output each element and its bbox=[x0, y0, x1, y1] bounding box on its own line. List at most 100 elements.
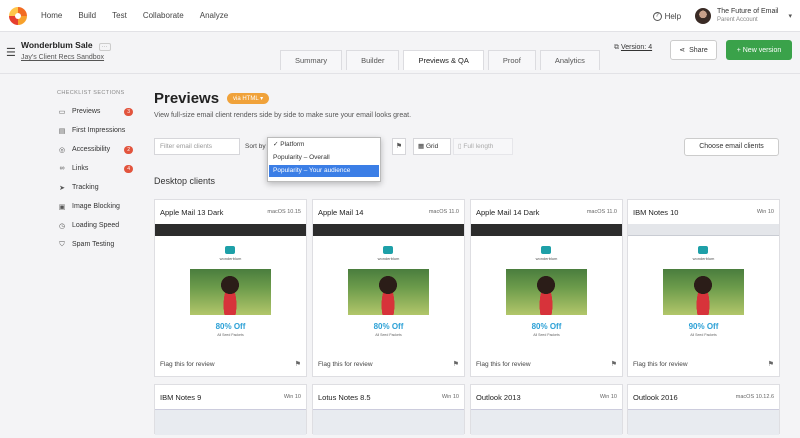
client-card[interactable]: Outlook 2013 Win 10 bbox=[470, 384, 623, 435]
sidebar-item-spam-testing[interactable]: ⛉ Spam Testing bbox=[57, 235, 137, 254]
litmus-logo-icon[interactable] bbox=[9, 6, 27, 25]
via-label: via HTML bbox=[233, 96, 259, 102]
hero-image bbox=[190, 269, 271, 315]
tab-summary[interactable]: Summary bbox=[280, 50, 343, 70]
offer-subtext: All Seed Packets bbox=[533, 333, 560, 337]
client-name: Apple Mail 14 bbox=[318, 207, 364, 217]
sidebar-item-previews[interactable]: ▭ Previews 3 bbox=[57, 102, 137, 121]
card-header: Apple Mail 13 Dark macOS 10.15 bbox=[155, 200, 306, 224]
full-length-view-button[interactable]: ▯ Full length bbox=[453, 138, 513, 155]
choose-email-clients-button[interactable]: Choose email clients bbox=[684, 138, 779, 156]
client-card[interactable]: Apple Mail 14 Dark macOS 11.0 wonderblum … bbox=[470, 199, 623, 377]
grid-label: Grid bbox=[425, 143, 439, 150]
grid-view-button[interactable]: ▦ Grid bbox=[413, 138, 451, 155]
email-preview[interactable]: wonderblum 90% Off All Seed Packets bbox=[628, 224, 779, 352]
sidebar-item-label: Previews bbox=[72, 108, 101, 115]
flag-icon[interactable]: ⚑ bbox=[453, 360, 459, 368]
sidebar-item-tracking[interactable]: ➤ Tracking bbox=[57, 178, 137, 197]
client-card[interactable]: Apple Mail 13 Dark macOS 10.15 wonderblum… bbox=[154, 199, 307, 377]
email-preview[interactable] bbox=[471, 409, 622, 435]
card-header: Lotus Notes 8.5 Win 10 bbox=[313, 385, 464, 409]
client-name: Apple Mail 13 Dark bbox=[160, 207, 224, 217]
client-card[interactable]: Outlook 2016 macOS 10.12.6 bbox=[627, 384, 780, 435]
sort-option-popularity-overall[interactable]: Popularity – Overall bbox=[269, 152, 379, 164]
offer-text: 80% Off bbox=[373, 322, 404, 331]
email-render: wonderblum 80% Off All Seed Packets bbox=[313, 236, 464, 352]
version-link[interactable]: ⧉ Version: 4 bbox=[614, 44, 652, 52]
send-icon: ➤ bbox=[59, 184, 65, 192]
campaign-title: Wonderblum Sale ··· bbox=[21, 40, 111, 51]
flag-icon[interactable]: ⚑ bbox=[768, 360, 774, 368]
tab-previews-qa[interactable]: Previews & QA bbox=[403, 50, 484, 70]
offer-text: 80% Off bbox=[531, 322, 562, 331]
flag-filter-button[interactable]: ⚑ bbox=[392, 138, 406, 155]
sidebar-item-label: First Impressions bbox=[72, 127, 126, 134]
sidebar-item-image-blocking[interactable]: ▣ Image Blocking bbox=[57, 197, 137, 216]
issue-badge: 3 bbox=[124, 107, 133, 116]
sidebar-item-links[interactable]: ∞ Links 4 bbox=[57, 159, 137, 178]
via-html-dropdown[interactable]: via HTML ▾ bbox=[227, 93, 270, 104]
new-version-button[interactable]: + New version bbox=[726, 40, 792, 60]
sort-option-platform[interactable]: ✓ Platform bbox=[269, 139, 379, 151]
card-footer: Flag this for review ⚑ bbox=[313, 352, 464, 376]
flag-for-review-link[interactable]: Flag this for review bbox=[318, 361, 373, 368]
tab-builder[interactable]: Builder bbox=[346, 50, 400, 70]
sort-dropdown-menu: ✓ Platform Popularity – Overall Populari… bbox=[267, 137, 381, 182]
help-link[interactable]: ? Help bbox=[652, 11, 681, 21]
sidebar-item-accessibility[interactable]: ◎ Accessibility 2 bbox=[57, 140, 137, 159]
nav-collaborate[interactable]: Collaborate bbox=[143, 11, 184, 20]
card-header: IBM Notes 9 Win 10 bbox=[155, 385, 306, 409]
share-label: Share bbox=[689, 46, 708, 54]
image-icon: ▣ bbox=[58, 203, 66, 211]
filter-input[interactable]: Filter email clients bbox=[154, 138, 240, 155]
email-preview[interactable]: wonderblum 80% Off All Seed Packets bbox=[155, 224, 306, 352]
link-icon: ∞ bbox=[59, 165, 65, 172]
nav-home[interactable]: Home bbox=[41, 11, 62, 20]
client-toolbar bbox=[313, 224, 464, 236]
card-footer: Flag this for review ⚑ bbox=[155, 352, 306, 376]
email-render: wonderblum 80% Off All Seed Packets bbox=[155, 236, 306, 352]
campaign-header: ☰ Wonderblum Sale ··· Jay's Client Recs S… bbox=[0, 32, 800, 74]
flag-for-review-link[interactable]: Flag this for review bbox=[160, 361, 215, 368]
email-preview[interactable] bbox=[628, 409, 779, 435]
flag-for-review-link[interactable]: Flag this for review bbox=[633, 361, 688, 368]
menu-icon[interactable]: ☰ bbox=[6, 46, 16, 59]
flag-for-review-link[interactable]: Flag this for review bbox=[476, 361, 531, 368]
person-icon: ◎ bbox=[58, 146, 66, 154]
chevron-down-icon[interactable]: ▾ bbox=[788, 12, 792, 20]
account-menu[interactable]: The Future of Email Parent Account bbox=[717, 7, 778, 25]
nav-test[interactable]: Test bbox=[112, 11, 127, 20]
nav-build[interactable]: Build bbox=[78, 11, 96, 20]
sidebar-item-first-impressions[interactable]: ▤ First Impressions bbox=[57, 121, 137, 140]
email-preview[interactable]: wonderblum 80% Off All Seed Packets bbox=[313, 224, 464, 352]
client-card[interactable]: Lotus Notes 8.5 Win 10 bbox=[312, 384, 465, 435]
share-button[interactable]: ⋖ Share bbox=[670, 40, 717, 60]
sidebar-item-loading-speed[interactable]: ◷ Loading Speed bbox=[57, 216, 137, 235]
flag-icon[interactable]: ⚑ bbox=[611, 360, 617, 368]
sort-option-popularity-audience[interactable]: Popularity – Your audience bbox=[269, 165, 379, 177]
nav-analyze[interactable]: Analyze bbox=[200, 11, 228, 20]
flag-icon[interactable]: ⚑ bbox=[295, 360, 301, 368]
avatar[interactable] bbox=[695, 8, 712, 24]
client-os: Win 10 bbox=[283, 394, 301, 400]
card-header: Outlook 2016 macOS 10.12.6 bbox=[628, 385, 779, 409]
tab-analytics[interactable]: Analytics bbox=[539, 50, 600, 70]
sandbox-link[interactable]: Jay's Client Recs Sandbox bbox=[21, 54, 104, 61]
version-label: Version: 4 bbox=[620, 44, 653, 51]
version-icon: ⧉ bbox=[614, 44, 621, 51]
client-toolbar bbox=[471, 224, 622, 236]
email-preview[interactable]: wonderblum 80% Off All Seed Packets bbox=[471, 224, 622, 352]
issue-badge: 2 bbox=[124, 145, 133, 154]
client-card[interactable]: IBM Notes 9 Win 10 bbox=[154, 384, 307, 435]
email-preview[interactable] bbox=[313, 409, 464, 435]
email-render: wonderblum 90% Off All Seed Packets bbox=[628, 236, 779, 352]
hero-image bbox=[663, 269, 744, 315]
client-card[interactable]: IBM Notes 10 Win 10 wonderblum 90% Off Al… bbox=[627, 199, 780, 377]
email-preview[interactable] bbox=[155, 409, 306, 435]
tab-proof[interactable]: Proof bbox=[487, 50, 536, 70]
section-title: Desktop clients bbox=[154, 176, 216, 186]
client-name: IBM Notes 10 bbox=[633, 207, 679, 217]
campaign-options-button[interactable]: ··· bbox=[98, 43, 111, 51]
account-role: Parent Account bbox=[717, 17, 758, 23]
client-card[interactable]: Apple Mail 14 macOS 11.0 wonderblum 80% O… bbox=[312, 199, 465, 377]
